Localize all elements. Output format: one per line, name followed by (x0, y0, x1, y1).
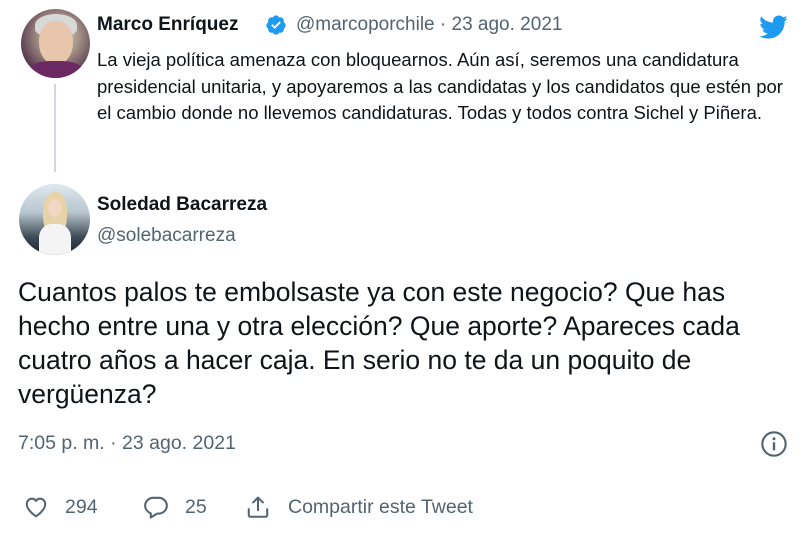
like-count: 294 (65, 495, 98, 518)
reply-tweet-text: Cuantos palos te embolsaste ya con este … (18, 277, 740, 409)
reply-count: 25 (185, 495, 207, 518)
share-label[interactable]: Compartir este Tweet (288, 496, 473, 519)
share-icon[interactable] (245, 494, 271, 520)
avatar-marco-enriquez[interactable] (21, 9, 90, 78)
like-action[interactable]: 294 (23, 494, 98, 520)
heart-icon[interactable] (23, 494, 49, 520)
reply-bubble-icon[interactable] (143, 494, 169, 520)
info-icon[interactable] (760, 430, 788, 458)
twitter-bird-icon[interactable] (755, 12, 791, 42)
parent-author-name[interactable]: Marco Enríquez (97, 14, 238, 36)
thread-connector-line (54, 84, 56, 172)
reply-author-handle[interactable]: @solebacarreza (97, 225, 236, 247)
date-separator: · (439, 14, 447, 35)
parent-tweet-date[interactable]: 23 ago. 2021 (452, 14, 563, 35)
parent-author-handle[interactable]: @marcoporchile (296, 14, 435, 35)
parent-author-handle-and-date[interactable]: @marcoporchile · 23 ago. 2021 (296, 14, 562, 36)
reply-author-name[interactable]: Soledad Bacarreza (97, 194, 267, 216)
reply-action[interactable]: 25 (143, 494, 207, 520)
share-action[interactable]: Compartir este Tweet (245, 494, 473, 520)
reply-tweet-timestamp[interactable]: 7:05 p. m. · 23 ago. 2021 (18, 432, 236, 455)
parent-tweet-text: La vieja política amenaza con bloquearno… (97, 49, 783, 123)
verified-badge-icon (266, 15, 286, 35)
avatar-soledad-bacarreza[interactable] (19, 184, 90, 255)
